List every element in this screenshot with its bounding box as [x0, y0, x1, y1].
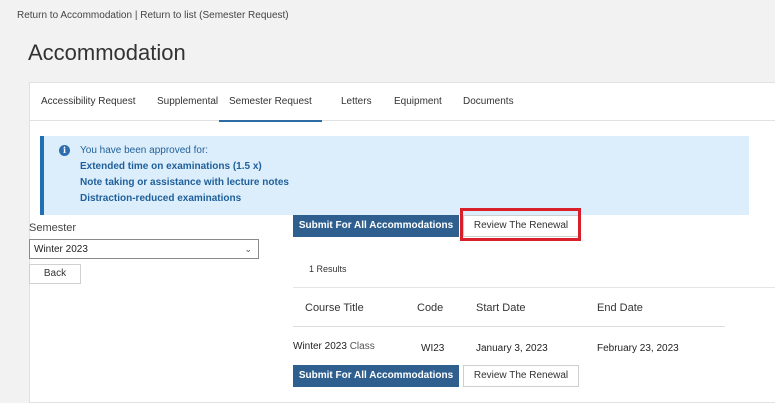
start-date-cell: January 3, 2023 — [476, 343, 548, 354]
tab-accessibility-request[interactable]: Accessibility Request — [41, 96, 135, 107]
list-item: Extended time on examinations (1.5 x) — [80, 161, 262, 172]
accommodation-card: Accessibility Request Supplemental Semes… — [29, 82, 775, 403]
semester-select[interactable]: Winter 2023 ⌄ — [29, 239, 259, 259]
results-divider — [293, 287, 775, 288]
list-item: Distraction-reduced examinations — [80, 193, 242, 204]
page-title: Accommodation — [28, 40, 186, 65]
code-cell: WI23 — [421, 343, 445, 354]
submit-all-accommodations-button-bottom[interactable]: Submit For All Accommodations — [293, 365, 459, 387]
column-header-end-date: End Date — [597, 302, 643, 314]
tab-documents[interactable]: Documents — [463, 96, 514, 107]
highlight-box — [460, 208, 581, 241]
column-header-course-title: Course Title — [305, 302, 364, 314]
header-divider — [293, 326, 725, 327]
semester-label: Semester — [29, 222, 77, 234]
approval-alert: i You have been approved for: Extended t… — [40, 136, 749, 215]
column-header-code: Code — [417, 302, 444, 314]
review-renewal-button-bottom[interactable]: Review The Renewal — [463, 365, 579, 387]
back-button[interactable]: Back — [29, 264, 81, 284]
list-item: Note taking or assistance with lecture n… — [80, 177, 289, 188]
info-icon: i — [59, 145, 70, 156]
tab-equipment[interactable]: Equipment — [394, 96, 442, 107]
course-title-cell: Winter 2023 Class — [293, 341, 375, 352]
end-date-cell: February 23, 2023 — [597, 343, 679, 354]
semester-selected-value: Winter 2023 — [34, 244, 88, 255]
submit-all-accommodations-button[interactable]: Submit For All Accommodations — [293, 215, 459, 237]
course-suffix: Class — [349, 341, 375, 352]
return-to-accommodation-link[interactable]: Return to Accommodation — [17, 10, 132, 21]
alert-intro: You have been approved for: — [80, 145, 209, 156]
return-to-list-link[interactable]: Return to list (Semester Request) — [140, 10, 288, 21]
tab-letters[interactable]: Letters — [341, 96, 372, 107]
tab-supplemental[interactable]: Supplemental — [157, 96, 218, 107]
approved-accommodations-list: Extended time on examinations (1.5 x) No… — [80, 161, 289, 209]
tab-bar: Accessibility Request Supplemental Semes… — [30, 83, 775, 122]
column-header-start-date: Start Date — [476, 302, 526, 314]
breadcrumb-separator: | — [134, 10, 138, 21]
course-term: Winter 2023 — [293, 341, 347, 352]
results-count: 1 Results — [309, 264, 347, 274]
chevron-down-icon: ⌄ — [244, 244, 252, 254]
breadcrumb: Return to Accommodation | Return to list… — [17, 10, 289, 21]
tab-semester-request[interactable]: Semester Request — [219, 96, 322, 122]
